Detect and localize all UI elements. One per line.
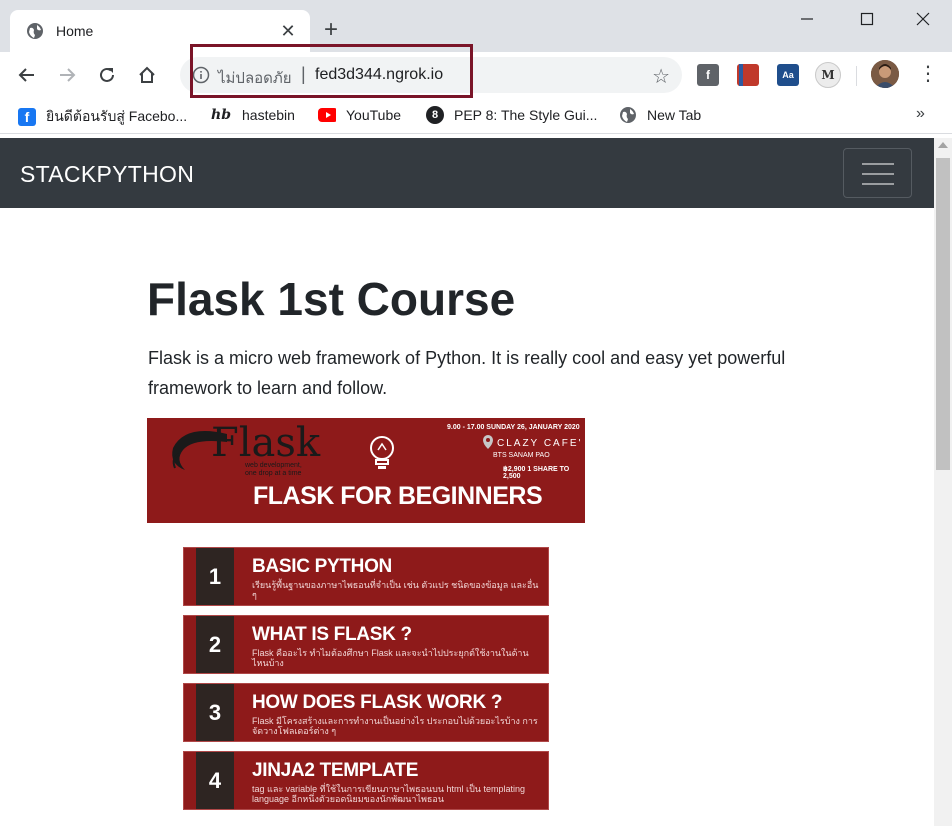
page-lead: Flask is a micro web framework of Python…	[148, 348, 786, 398]
minimize-icon	[801, 18, 813, 20]
flask-tagline-line: web development,	[245, 462, 302, 469]
browser-titlebar: Home ✕ +	[0, 0, 952, 52]
close-icon[interactable]: ✕	[278, 21, 298, 42]
browser-toolbar: ไม่ปลอดภัย | fed3d344.ngrok.io ☆ f Aa M	[0, 52, 952, 98]
browser-menu-button[interactable]: ⋮	[918, 62, 938, 86]
lesson-title: HOW DOES FLASK WORK ?	[252, 692, 503, 713]
lesson-number: 4	[196, 752, 234, 809]
globe-icon	[620, 107, 636, 123]
bookmark-pep8[interactable]: 8 PEP 8: The Style Gui...	[426, 106, 597, 124]
lesson-number: 1	[196, 548, 234, 605]
flask-logo-text: Flask	[211, 420, 321, 466]
site-navbar: STACKPYTHON	[0, 138, 934, 208]
facebook-icon: f	[18, 108, 36, 126]
home-button[interactable]	[134, 62, 160, 88]
back-button[interactable]	[14, 62, 40, 88]
page-title: Flask 1st Course	[147, 273, 516, 325]
page-viewport: STACKPYTHON Flask 1st Course Flask is a …	[0, 138, 934, 826]
hamburger-icon-line	[862, 163, 894, 165]
back-arrow-icon	[18, 68, 34, 82]
lesson-card: 2 WHAT IS FLASK ? Flask คืออะไร ทำไมต้อง…	[183, 615, 549, 674]
youtube-icon	[318, 106, 336, 124]
tab-title: Home	[56, 23, 94, 39]
lesson-number: 2	[196, 616, 234, 673]
lightbulb-icon	[370, 436, 394, 469]
reload-button[interactable]	[94, 62, 120, 88]
bookmarks-bar: f ยินดีต้อนรับสู่ Facebo... hb hastebin …	[0, 98, 952, 134]
lesson-description: tag และ variable ที่ใช้ในการเขียนภาษาไพธ…	[252, 784, 525, 804]
bookmarks-overflow-button[interactable]: »	[916, 105, 925, 123]
scrollbar-thumb[interactable]	[936, 158, 950, 470]
banner-price: ฿2,900 1 SHARE TO 2,500	[503, 466, 570, 480]
bookmark-label: YouTube	[346, 107, 402, 123]
globe-icon	[27, 23, 43, 39]
close-window-icon	[916, 12, 930, 26]
lesson-title: WHAT IS FLASK ?	[252, 624, 412, 645]
location-pin-icon	[483, 435, 493, 449]
bookmark-label: hastebin	[242, 107, 295, 123]
hastebin-icon: hb	[211, 107, 231, 123]
lesson-description: เรียนรู้พื้นฐานของภาษาไพธอนที่จำเป็น เช่…	[252, 580, 539, 600]
reload-icon	[100, 67, 114, 82]
forward-button[interactable]	[54, 62, 80, 88]
maximize-button[interactable]	[844, 6, 890, 32]
minimize-button[interactable]	[784, 6, 830, 32]
banner-place: CLAZY CAFE'	[497, 438, 583, 449]
bookmark-star-icon[interactable]: ☆	[652, 64, 670, 89]
lesson-description: Flask มีโครงสร้างและการทำงานเป็นอย่างไร …	[252, 716, 538, 736]
lesson-card: 1 BASIC PYTHON เรียนรู้พื้นฐานของภาษาไพธ…	[183, 547, 549, 606]
toolbar-divider	[856, 66, 857, 86]
lesson-title: JINJA2 TEMPLATE	[252, 760, 419, 781]
bookmark-label: New Tab	[647, 107, 702, 123]
lesson-card: 4 JINJA2 TEMPLATE tag และ variable ที่ใช…	[183, 751, 549, 810]
banner-title: FLASK FOR BEGINNERS	[253, 482, 543, 510]
pep8-icon: 8	[426, 106, 444, 124]
home-icon	[139, 66, 155, 83]
scroll-up-arrow-icon[interactable]	[938, 142, 948, 148]
navbar-toggler-button[interactable]	[843, 148, 912, 198]
bookmark-new-tab[interactable]: New Tab	[619, 106, 701, 124]
banner-date: 9.00 - 17.00 SUNDAY 26, JANUARY 2020	[447, 424, 580, 431]
hamburger-icon-line	[862, 173, 894, 175]
facebook-ext-icon[interactable]: f	[697, 64, 719, 86]
maximize-icon	[860, 12, 874, 26]
mendeley-ext-icon[interactable]: M	[815, 62, 841, 88]
lesson-number: 3	[196, 684, 234, 741]
close-window-button[interactable]	[900, 6, 946, 32]
hamburger-icon-line	[862, 183, 894, 185]
lesson-description: Flask คืออะไร ทำไมต้องศึกษา Flask และจะน…	[252, 648, 529, 668]
page-scrollbar[interactable]	[934, 138, 952, 826]
avatar-icon	[871, 60, 899, 88]
flask-tagline-line: one drop at a time	[245, 470, 302, 477]
lesson-card: 3 HOW DOES FLASK WORK ? Flask มีโครงสร้า…	[183, 683, 549, 742]
site-brand[interactable]: STACKPYTHON	[20, 161, 194, 188]
bookmark-hastebin[interactable]: hb hastebin	[210, 106, 295, 124]
address-highlight-box	[190, 44, 473, 98]
bookmark-label: PEP 8: The Style Gui...	[454, 107, 598, 123]
profile-avatar[interactable]	[871, 60, 899, 88]
course-banner-image: Flask web development, one drop at a tim…	[147, 418, 585, 523]
bookmark-youtube[interactable]: YouTube	[318, 106, 401, 124]
flask-tagline: web development, one drop at a time	[245, 462, 302, 478]
bookmark-facebook[interactable]: f ยินดีต้อนรับสู่ Facebo...	[18, 106, 187, 128]
forward-arrow-icon	[60, 68, 76, 82]
red-book-ext-icon[interactable]	[737, 64, 759, 86]
lesson-title: BASIC PYTHON	[252, 556, 392, 577]
new-tab-button[interactable]: +	[324, 16, 338, 44]
banner-bts: BTS SANAM PAO	[493, 452, 550, 459]
blue-dict-ext-icon[interactable]: Aa	[777, 64, 799, 86]
bookmark-label: ยินดีต้อนรับสู่ Facebo...	[46, 108, 188, 124]
